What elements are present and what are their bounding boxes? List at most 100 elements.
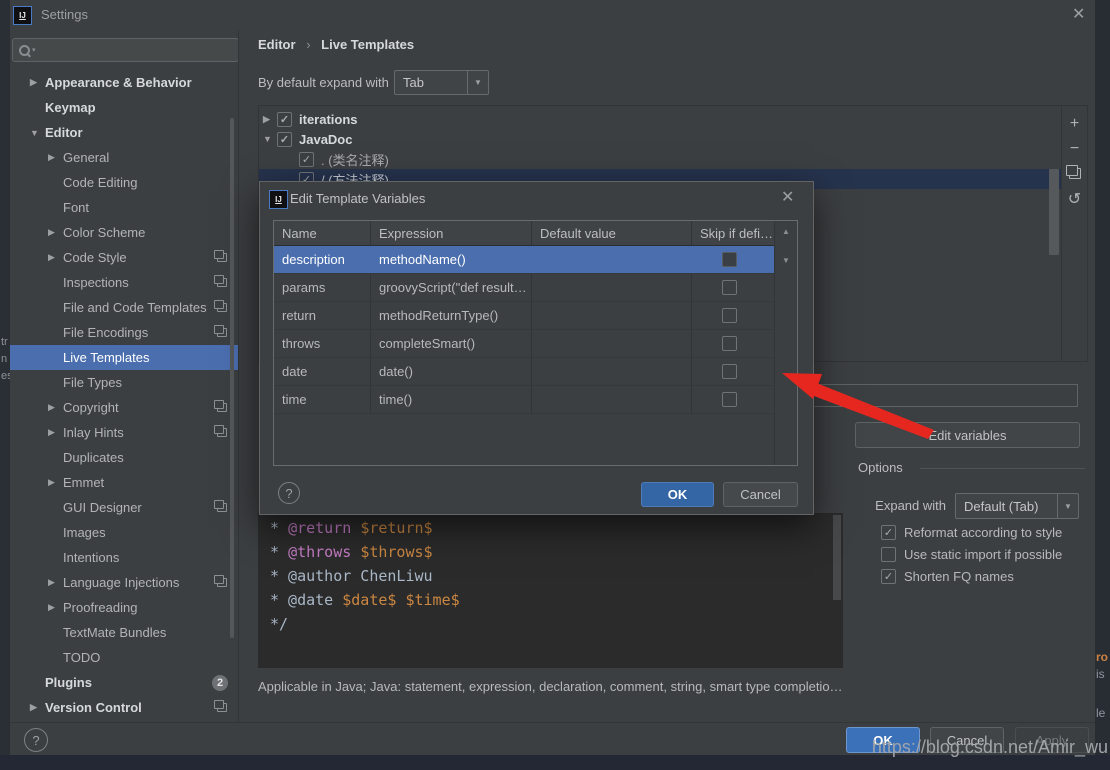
sidebar-item-proofreading[interactable]: ▶Proofreading — [10, 595, 238, 620]
settings-search-box[interactable]: ▾ — [12, 38, 239, 62]
search-options-caret-icon: ▾ — [32, 46, 36, 54]
intellij-logo-icon: IJ — [269, 190, 288, 209]
restore-button[interactable]: ↺ — [1062, 186, 1087, 211]
chevron-down-icon: ▼ — [467, 71, 488, 94]
sidebar-item-intentions[interactable]: ▶Intentions — [10, 545, 238, 570]
sidebar-item-font[interactable]: ▶Font — [10, 195, 238, 220]
table-row-time[interactable]: timetime() — [274, 386, 775, 414]
sidebar-item-general[interactable]: ▶General — [10, 145, 238, 170]
sidebar-item-images[interactable]: ▶Images — [10, 520, 238, 545]
sidebar-item-label: Code Editing — [63, 175, 137, 190]
chevron-down-icon[interactable]: ▼ — [263, 134, 277, 144]
sidebar-items: ▶Appearance & Behavior▶Keymap▼Editor▶Gen… — [10, 70, 238, 720]
sidebar-item-version-control[interactable]: ▶Version Control — [10, 695, 238, 720]
column-header-default-value[interactable]: Default value — [532, 221, 692, 245]
sidebar-item-file-and-code-templates[interactable]: ▶File and Code Templates — [10, 295, 238, 320]
window-close-icon[interactable]: ✕ — [1072, 7, 1085, 23]
cell-expression: methodName() — [371, 246, 532, 273]
sidebar-scrollbar[interactable] — [230, 118, 234, 638]
dialog-help-button[interactable]: ? — [278, 482, 300, 504]
skip-checkbox[interactable] — [722, 308, 737, 323]
search-input[interactable] — [40, 40, 238, 60]
sidebar-item-label: Code Style — [63, 250, 127, 265]
column-header-name[interactable]: Name — [274, 221, 371, 245]
sidebar-item-label: Intentions — [63, 550, 119, 565]
code-segment: @return — [288, 519, 351, 537]
expand-with-select[interactable]: Default (Tab) ▼ — [955, 493, 1079, 519]
sidebar-item-keymap[interactable]: ▶Keymap — [10, 95, 238, 120]
chevron-right-icon: ▶ — [48, 252, 63, 263]
template-checkbox[interactable]: ✓ — [277, 132, 292, 147]
help-button[interactable]: ? — [24, 728, 48, 752]
template-list-scrollbar[interactable] — [1049, 169, 1059, 255]
sidebar-item-copyright[interactable]: ▶Copyright — [10, 395, 238, 420]
duplicate-button[interactable] — [1062, 161, 1087, 186]
sidebar-item-todo[interactable]: ▶TODO — [10, 645, 238, 670]
sidebar-item-appearance-behavior[interactable]: ▶Appearance & Behavior — [10, 70, 238, 95]
editor-scrollbar[interactable] — [833, 515, 841, 600]
sidebar-item-file-encodings[interactable]: ▶File Encodings — [10, 320, 238, 345]
option-checkbox[interactable] — [881, 547, 896, 562]
sidebar-item-textmate-bundles[interactable]: ▶TextMate Bundles — [10, 620, 238, 645]
sidebar-item-language-injections[interactable]: ▶Language Injections — [10, 570, 238, 595]
template-label: . (类名注释) — [321, 150, 389, 169]
template-checkbox[interactable]: ✓ — [277, 112, 292, 127]
dialog-cancel-button[interactable]: Cancel — [723, 482, 798, 507]
tree-row-类名注释[interactable]: ✓ . (类名注释) — [259, 149, 1061, 169]
sidebar-item-color-scheme[interactable]: ▶Color Scheme — [10, 220, 238, 245]
scroll-up-icon[interactable]: ▲ — [782, 227, 790, 236]
cell-expression: time() — [371, 386, 532, 413]
modified-indicator-icon — [217, 328, 227, 337]
chevron-right-icon: ▶ — [48, 602, 63, 613]
option-checkbox[interactable]: ✓ — [881, 525, 896, 540]
default-expand-select[interactable]: Tab ▼ — [394, 70, 489, 95]
sidebar-item-file-types[interactable]: ▶File Types — [10, 370, 238, 395]
sidebar-item-gui-designer[interactable]: ▶GUI Designer — [10, 495, 238, 520]
sidebar-item-label: Inlay Hints — [63, 425, 124, 440]
sidebar-item-live-templates[interactable]: ▶Live Templates — [10, 345, 238, 370]
tree-row-javadoc[interactable]: ▼✓JavaDoc — [259, 129, 1061, 149]
dialog-close-icon[interactable]: ✕ — [781, 190, 794, 206]
clipped-text-fragment: tr — [1, 336, 8, 348]
tree-row-iterations[interactable]: ▶✓iterations — [259, 109, 1061, 129]
skip-checkbox[interactable] — [722, 336, 737, 351]
add-button[interactable]: + — [1062, 111, 1087, 136]
sidebar-item-duplicates[interactable]: ▶Duplicates — [10, 445, 238, 470]
sidebar-item-code-style[interactable]: ▶Code Style — [10, 245, 238, 270]
sidebar-item-emmet[interactable]: ▶Emmet — [10, 470, 238, 495]
code-segment: * — [270, 543, 288, 561]
option-checkbox[interactable]: ✓ — [881, 569, 896, 584]
column-header-skip[interactable]: Skip if defi… — [692, 221, 775, 245]
cell-default-value — [532, 386, 692, 413]
chevron-right-icon[interactable]: ▶ — [263, 114, 277, 125]
scroll-down-icon[interactable]: ▼ — [782, 256, 790, 265]
sidebar-item-plugins[interactable]: ▶Plugins2 — [10, 670, 238, 695]
code-segment: @throws — [288, 543, 351, 561]
remove-button[interactable]: − — [1062, 136, 1087, 161]
sidebar-item-code-editing[interactable]: ▶Code Editing — [10, 170, 238, 195]
table-row-description[interactable]: descriptionmethodName() — [274, 246, 775, 274]
footer-divider — [10, 722, 1095, 723]
table-row-date[interactable]: datedate() — [274, 358, 775, 386]
skip-checkbox[interactable] — [722, 392, 737, 407]
breadcrumb-editor[interactable]: Editor — [258, 37, 296, 52]
sidebar-item-inspections[interactable]: ▶Inspections — [10, 270, 238, 295]
table-row-throws[interactable]: throwscompleteSmart() — [274, 330, 775, 358]
modified-indicator-icon — [217, 303, 227, 312]
column-header-expression[interactable]: Expression — [371, 221, 532, 245]
table-row-params[interactable]: paramsgroovyScript("def result… — [274, 274, 775, 302]
cell-skip — [692, 246, 775, 273]
sidebar-item-editor[interactable]: ▼Editor — [10, 120, 238, 145]
skip-checkbox[interactable] — [722, 364, 737, 379]
sidebar-item-inlay-hints[interactable]: ▶Inlay Hints — [10, 420, 238, 445]
dialog-ok-button[interactable]: OK — [641, 482, 714, 507]
skip-checkbox[interactable] — [722, 252, 737, 267]
cell-default-value — [532, 274, 692, 301]
skip-checkbox[interactable] — [722, 280, 737, 295]
red-arrow-annotation — [750, 360, 950, 445]
code-segment: * @author ChenLiwu — [270, 567, 433, 585]
template-checkbox[interactable]: ✓ — [299, 152, 314, 167]
table-row-return[interactable]: returnmethodReturnType() — [274, 302, 775, 330]
variables-table: Name Expression Default value Skip if de… — [273, 220, 798, 466]
template-editor[interactable]: * @return $return$* @throws $throws$* @a… — [258, 513, 843, 668]
